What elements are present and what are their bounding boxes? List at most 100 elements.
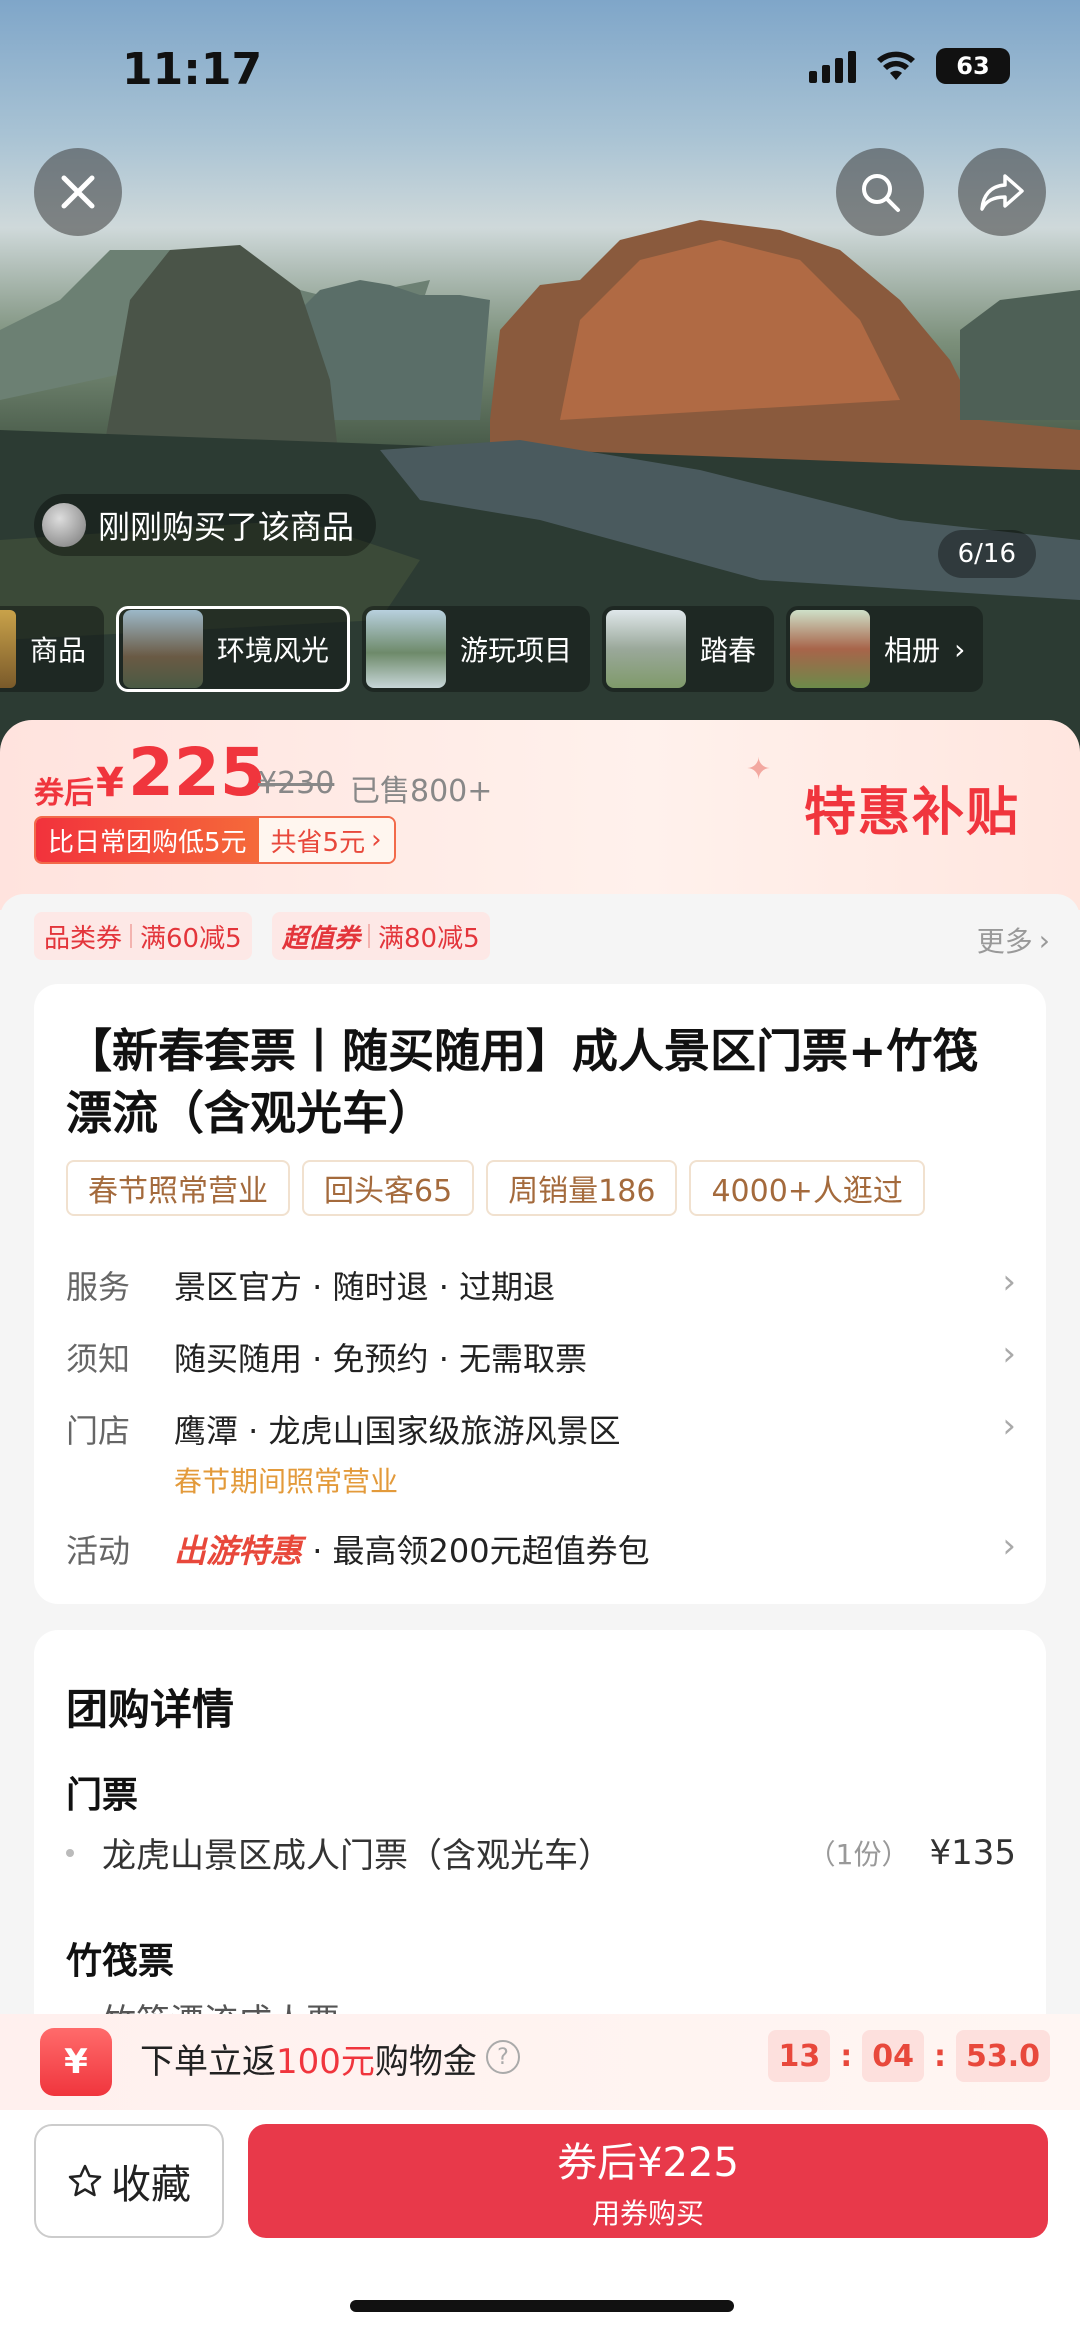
timer-colon: :: [933, 2038, 946, 2074]
gallery-tab-label: 相册: [884, 634, 941, 667]
tag-chip: 春节照常营业: [66, 1160, 290, 1216]
status-time: 11:17: [122, 44, 263, 95]
row-value: 鹰潭 · 龙虎山国家级旅游风景区: [174, 1412, 621, 1450]
more-label: 更多: [976, 925, 1033, 958]
row-key: 活动: [66, 1532, 131, 1570]
recent-buyer-text: 刚刚购买了该商品: [98, 508, 355, 546]
coupon-rule: 满60减5: [140, 923, 242, 954]
gallery-tab-album[interactable]: 相册 ›: [786, 606, 984, 692]
detail-item-price: ¥135: [929, 1832, 1016, 1873]
price-currency: ¥: [96, 760, 124, 806]
price-compare-tag[interactable]: 比日常团购低5元 共省5元 ›: [34, 816, 396, 864]
favorite-button[interactable]: 收藏: [34, 2124, 224, 2238]
tag-chip: 周销量186: [486, 1160, 678, 1216]
red-envelope-icon: ¥: [40, 2028, 112, 2096]
chevron-right-icon: ›: [1038, 923, 1050, 957]
countdown-timer: 13 : 04 : 53.0: [768, 2030, 1050, 2082]
gallery-tab-label: 游玩项目: [460, 634, 573, 667]
coupon-category[interactable]: 品类券 满60减5: [34, 912, 252, 960]
more-coupons-link[interactable]: 更多 ›: [977, 920, 1050, 960]
store-note: 春节期间照常营业: [174, 1465, 399, 1498]
tag-chip: 回头客65: [302, 1160, 475, 1216]
price-value: 225: [128, 734, 266, 811]
price-compare-text: 比日常团购低5元: [36, 818, 259, 862]
activity-row[interactable]: 活动 出游特惠 · 最高领200元超值券包 ›: [66, 1526, 1016, 1572]
store-row[interactable]: 门店 鹰潭 · 龙虎山国家级旅游风景区 ›: [66, 1406, 1016, 1452]
gallery-tabs: 商品 环境风光 游玩项目 踏春 相册 ›: [0, 604, 1080, 694]
help-icon[interactable]: ?: [486, 2040, 520, 2074]
timer-seconds: 53.0: [955, 2030, 1050, 2082]
subsidy-badge: 特惠补贴: [804, 783, 1021, 843]
search-button[interactable]: [836, 148, 924, 236]
share-icon: [980, 174, 1024, 211]
thumb-image: [123, 610, 203, 688]
image-pager: 6/16: [937, 530, 1036, 578]
row-key: 门店: [66, 1412, 131, 1450]
thumb-image: [0, 610, 16, 688]
buy-with-coupon-button[interactable]: 券后¥225 用券购买: [248, 2124, 1048, 2238]
coupon-type: 品类券: [44, 923, 123, 954]
detail-item: 龙虎山景区成人门票（含观光车） （1份） ¥135: [66, 1828, 1016, 1877]
timer-hours: 13: [768, 2030, 831, 2082]
row-key: 须知: [66, 1340, 131, 1378]
close-icon: [61, 175, 95, 209]
original-price: ¥230: [258, 766, 335, 801]
star-icon: [68, 2164, 102, 2197]
saved-text: 共省5元: [270, 827, 366, 858]
rebate-pre: 下单立返: [140, 2042, 276, 2082]
close-button[interactable]: [34, 148, 122, 236]
row-value: 出游特惠 · 最高领200元超值券包: [174, 1526, 1002, 1572]
battery-indicator: 63: [936, 48, 1010, 84]
row-value: 景区官方 · 随时退 · 过期退: [174, 1268, 556, 1306]
timer-minutes: 04: [862, 2030, 924, 2082]
chevron-right-icon: ›: [1002, 1334, 1016, 1374]
avatar: [42, 503, 86, 547]
sold-count: 已售800+: [350, 774, 493, 809]
price-after-label: 券后: [34, 776, 94, 811]
buy-button-price: 券后¥225: [557, 2140, 739, 2186]
timer-colon: :: [840, 2038, 853, 2074]
details-title: 团购详情: [66, 1685, 235, 1734]
signal-icon: [809, 49, 856, 83]
product-tags: 春节照常营业 回头客65 周销量186 4000+人逛过: [66, 1160, 925, 1216]
chevron-right-icon: ›: [371, 825, 382, 855]
divider: [130, 924, 133, 948]
rebate-text: 下单立返100元购物金: [140, 2034, 477, 2083]
gallery-tab-goods[interactable]: 商品: [0, 606, 104, 692]
product-title: 【新春套票丨随买随用】成人景区门票+竹筏漂流（含观光车）: [66, 1024, 979, 1140]
service-row[interactable]: 服务 景区官方 · 随时退 · 过期退 ›: [66, 1262, 1016, 1308]
gallery-tab-label: 商品: [29, 634, 86, 667]
chevron-right-icon: ›: [1002, 1406, 1016, 1446]
buy-button-label: 用券购买: [591, 2197, 704, 2230]
coupon-value[interactable]: 超值券 满80减5: [272, 912, 490, 960]
status-icons: 63: [809, 48, 1010, 84]
thumb-image: [366, 610, 447, 688]
coupon-type: 超值券: [282, 923, 361, 954]
divider: [368, 924, 371, 948]
activity-highlight: 出游特惠: [174, 1532, 303, 1570]
search-icon: [862, 174, 900, 212]
saved-amount: 共省5元 ›: [258, 818, 394, 862]
gallery-tab-label: 踏春: [700, 634, 757, 667]
activity-text: · 最高领200元超值券包: [302, 1532, 650, 1570]
gallery-tab-label: 环境风光: [217, 634, 330, 667]
gallery-tab-spring[interactable]: 踏春: [602, 606, 775, 692]
row-value: 随买随用 · 免预约 · 无需取票: [174, 1340, 588, 1378]
details-section-ticket: 门票: [66, 1775, 139, 1816]
gallery-tab-activities[interactable]: 游玩项目: [362, 606, 591, 692]
home-indicator: [350, 2300, 734, 2312]
coupon-rule: 满80减5: [378, 923, 480, 954]
rebate-post: 购物金: [374, 2042, 477, 2082]
detail-item-name: 龙虎山景区成人门票（含观光车）: [102, 1836, 612, 1876]
chevron-right-icon: ›: [1002, 1262, 1016, 1302]
bullet: [66, 1848, 74, 1857]
chevron-right-icon: ›: [954, 632, 966, 666]
gallery-tab-scenery[interactable]: 环境风光: [116, 606, 351, 692]
thumb-image: [606, 610, 687, 688]
detail-item-qty: （1份）: [807, 1837, 910, 1871]
sparkle-icon: ✦: [746, 752, 772, 787]
notice-row[interactable]: 须知 随买随用 · 免预约 · 无需取票 ›: [66, 1334, 1016, 1380]
tag-chip: 4000+人逛过: [689, 1160, 925, 1216]
favorite-label: 收藏: [111, 2162, 191, 2208]
share-button[interactable]: [958, 148, 1046, 236]
